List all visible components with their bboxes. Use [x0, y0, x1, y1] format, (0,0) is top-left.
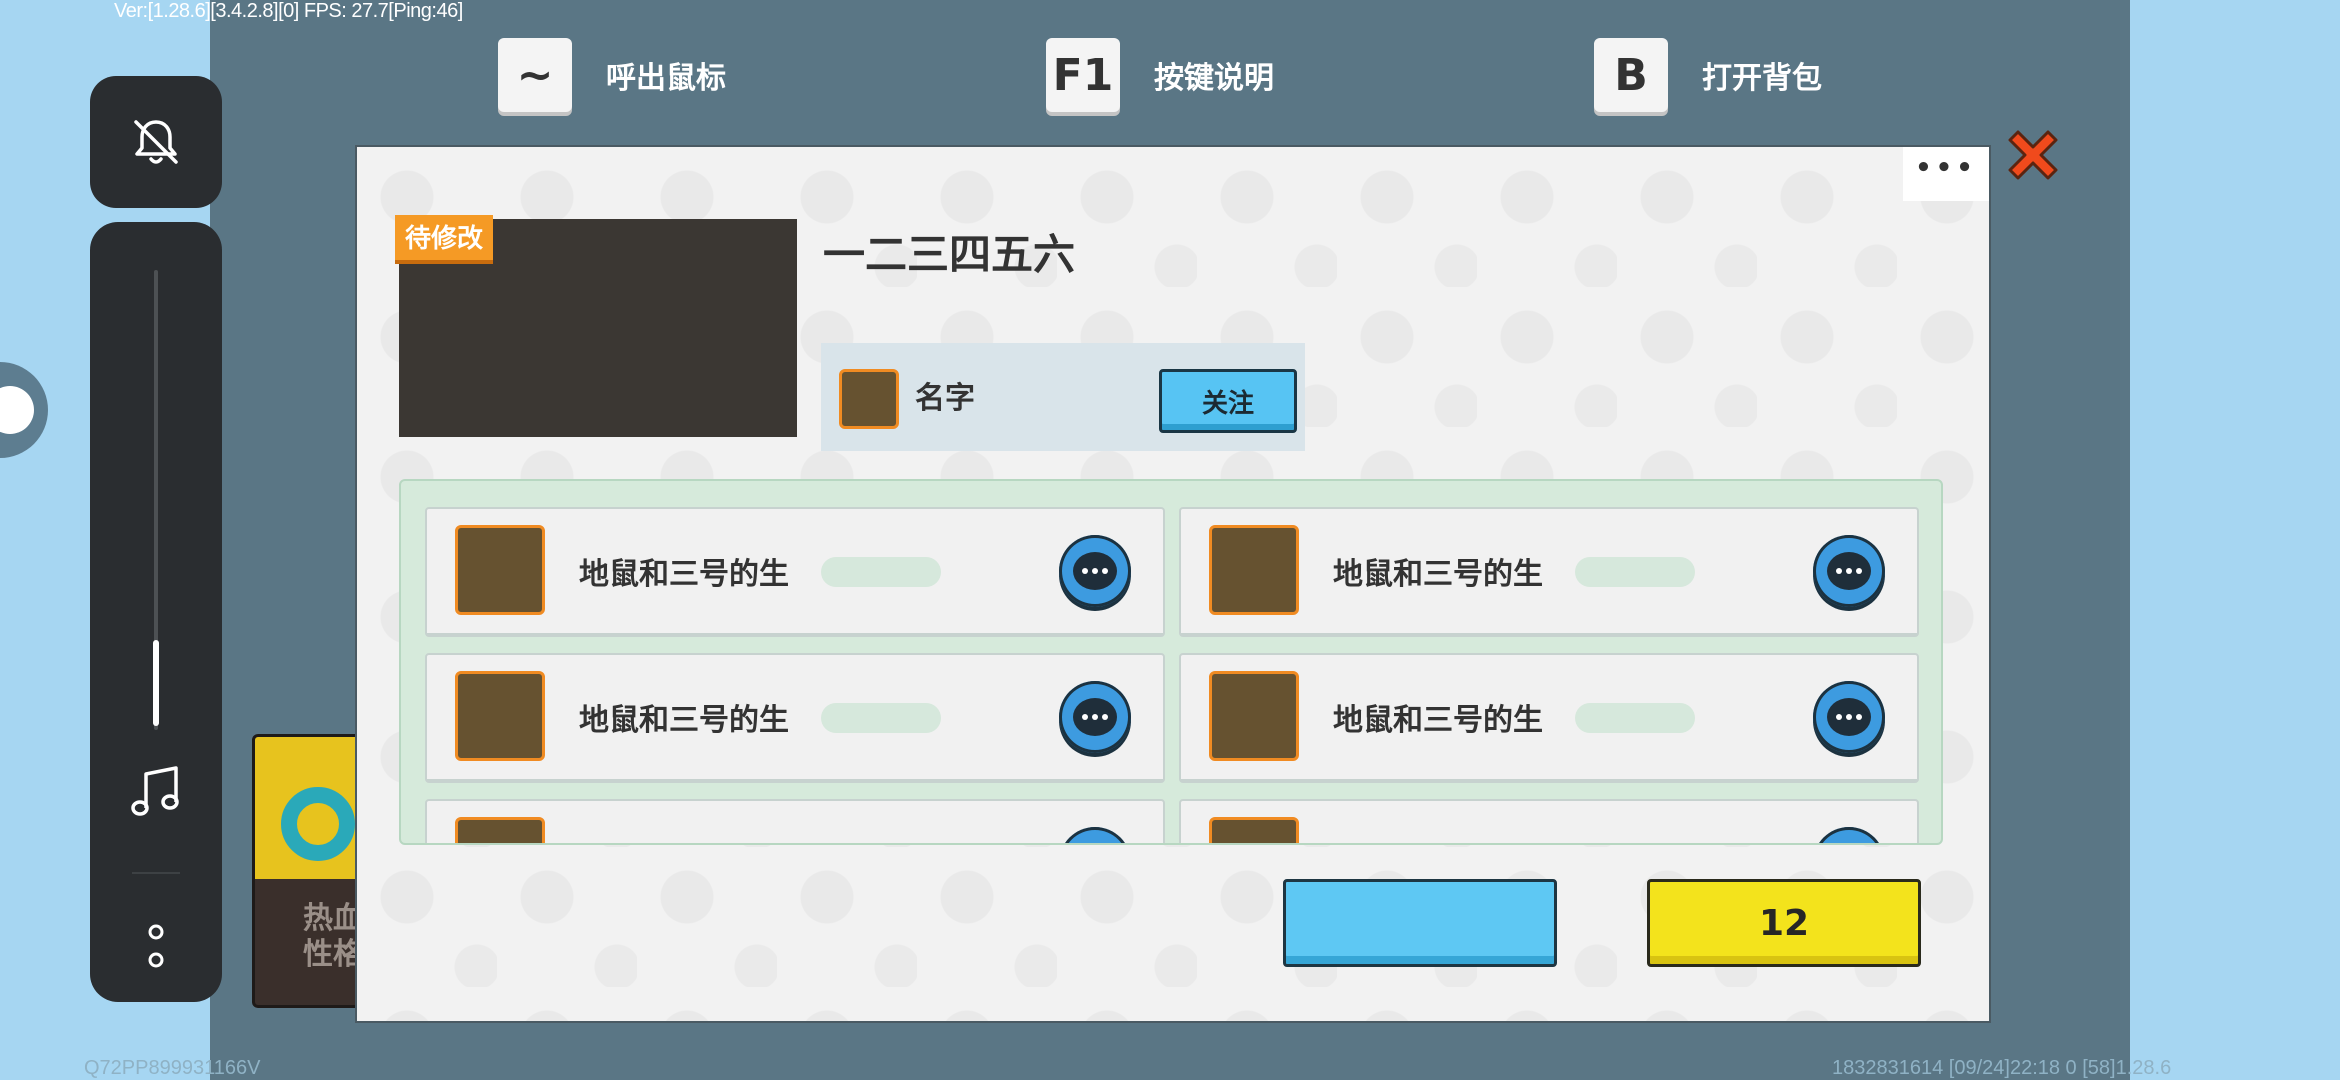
chat-bubble-icon	[1073, 698, 1117, 736]
chat-button[interactable]	[1059, 681, 1131, 753]
more-options-label: •••	[1915, 153, 1977, 183]
chat-button[interactable]	[1813, 681, 1885, 753]
male-symbol-icon	[281, 787, 355, 861]
member-badge-placeholder	[1575, 557, 1695, 587]
chat-button[interactable]	[1059, 535, 1131, 607]
mute-notifications-button[interactable]	[90, 76, 222, 208]
dialog-title: 一二三四五六	[823, 230, 1076, 279]
author-name: 名字	[915, 381, 975, 416]
music-note-icon[interactable]	[126, 762, 186, 822]
status-tag: 待修改	[395, 215, 494, 264]
list-item[interactable]	[425, 799, 1165, 843]
more-options-button[interactable]: •••	[1903, 147, 1989, 201]
room-detail-dialog: ••• 待修改 一二三四五六 名字 关注 地鼠和三号的生 地鼠和三号的生 地鼠和…	[355, 145, 1991, 1023]
key-b[interactable]: B	[1594, 38, 1668, 112]
hint-mouse: ~ 呼出鼠标	[498, 38, 726, 112]
chat-button[interactable]	[1813, 535, 1885, 607]
member-avatar	[1209, 525, 1299, 615]
list-item[interactable]: 地鼠和三号的生	[425, 653, 1165, 783]
author-panel: 名字 关注	[821, 343, 1305, 451]
toolbar-divider	[132, 872, 180, 874]
chat-button[interactable]	[1813, 827, 1885, 843]
chat-bubble-icon	[1827, 698, 1871, 736]
more-vertical-icon[interactable]	[146, 922, 166, 972]
chat-button[interactable]	[1059, 827, 1131, 843]
background-card-text: 热血 性格	[303, 901, 363, 972]
member-avatar	[455, 817, 545, 843]
member-avatar	[455, 671, 545, 761]
hint-help: F1 按键说明	[1046, 38, 1274, 112]
follow-button[interactable]: 关注	[1159, 369, 1297, 433]
member-avatar	[1209, 671, 1299, 761]
author-avatar[interactable]	[839, 369, 899, 429]
list-item[interactable]: 地鼠和三号的生	[1179, 507, 1919, 637]
hint-bag: B 打开背包	[1594, 38, 1822, 112]
member-badge-placeholder	[821, 703, 941, 733]
member-badge-placeholder	[821, 557, 941, 587]
member-name: 地鼠和三号的生	[1333, 557, 1543, 592]
member-name: 地鼠和三号的生	[579, 703, 789, 738]
key-f1[interactable]: F1	[1046, 38, 1120, 112]
close-icon[interactable]	[2000, 122, 2066, 188]
list-item[interactable]	[1179, 799, 1919, 843]
chat-bubble-icon	[1073, 552, 1117, 590]
floating-ball-dot	[0, 386, 34, 434]
list-item[interactable]: 地鼠和三号的生	[1179, 653, 1919, 783]
hint-label-mouse: 呼出鼠标	[606, 61, 726, 96]
chat-bubble-icon	[1827, 552, 1871, 590]
device-id-text: Q72PP899931166V	[84, 1057, 261, 1079]
floating-ball-handle[interactable]	[0, 362, 48, 458]
hint-label-bag: 打开背包	[1702, 61, 1822, 96]
key-tilde[interactable]: ~	[498, 38, 572, 112]
list-item[interactable]: 地鼠和三号的生	[425, 507, 1165, 637]
member-avatar	[1209, 817, 1299, 843]
member-badge-placeholder	[1575, 703, 1695, 733]
member-name: 地鼠和三号的生	[579, 557, 789, 592]
primary-action-button[interactable]	[1283, 879, 1557, 967]
member-name: 地鼠和三号的生	[1333, 703, 1543, 738]
debug-status-text: 1832831614 [09/24]22:18 0 [58]1.28.6	[1832, 1057, 2172, 1079]
debug-version-text: Ver:[1.28.6][3.4.2.8][0] FPS: 27.7[Ping:…	[114, 0, 463, 22]
member-avatar	[455, 525, 545, 615]
member-list[interactable]: 地鼠和三号的生 地鼠和三号的生 地鼠和三号的生 地鼠和三号的生	[399, 479, 1943, 845]
volume-slider-handle[interactable]	[153, 640, 159, 726]
count-button[interactable]: 12	[1647, 879, 1921, 967]
media-toolbar	[90, 222, 222, 1002]
bell-off-icon	[134, 120, 178, 164]
hint-label-help: 按键说明	[1154, 61, 1274, 96]
